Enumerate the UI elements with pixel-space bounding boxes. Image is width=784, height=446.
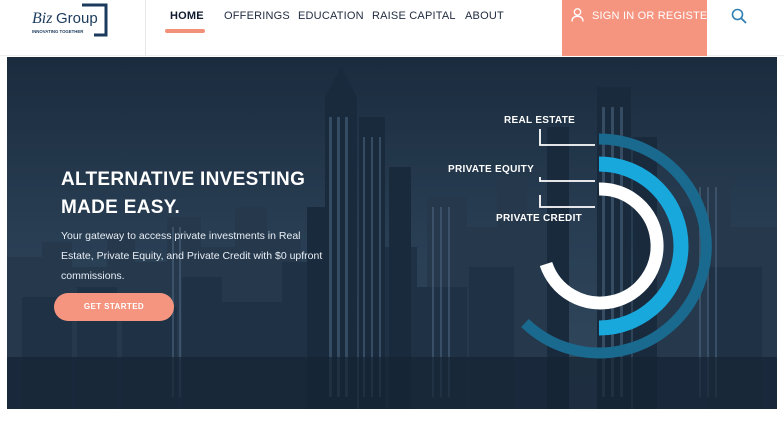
private-credit-connector <box>539 195 595 208</box>
active-nav-indicator <box>165 29 205 33</box>
nav-home[interactable]: HOME <box>170 10 204 22</box>
nav-raise-capital[interactable]: RAISE CAPITAL <box>372 10 456 22</box>
hero-banner: ALTERNATIVE INVESTING MADE EASY. Your ga… <box>7 57 777 409</box>
sign-in-label: SIGN IN OR REGISTER <box>592 10 716 22</box>
site-header: Biz Group INNOVATING TOGETHER HOME OFFER… <box>0 0 784 56</box>
real-estate-connector <box>539 129 595 146</box>
sign-in-register-button[interactable]: SIGN IN OR REGISTER <box>562 0 715 56</box>
nav-offerings[interactable]: OFFERINGS <box>224 10 290 22</box>
label-real-estate: REAL ESTATE <box>504 115 576 126</box>
svg-text:Group: Group <box>56 10 98 27</box>
logo-divider <box>145 0 146 56</box>
private-credit-arc <box>539 182 664 310</box>
nav-about[interactable]: ABOUT <box>465 10 504 22</box>
svg-text:INNOVATING TOGETHER: INNOVATING TOGETHER <box>32 29 84 34</box>
nav-education[interactable]: EDUCATION <box>298 10 364 22</box>
asset-class-arcs-graphic <box>521 129 712 359</box>
search-icon[interactable] <box>731 8 747 24</box>
user-icon <box>571 8 584 22</box>
label-private-credit: PRIVATE CREDIT <box>496 213 583 224</box>
svg-text:Biz: Biz <box>32 10 53 27</box>
brand-logo[interactable]: Biz Group INNOVATING TOGETHER <box>24 3 108 37</box>
private-equity-connector <box>539 177 595 182</box>
label-private-equity: PRIVATE EQUITY <box>448 164 535 175</box>
